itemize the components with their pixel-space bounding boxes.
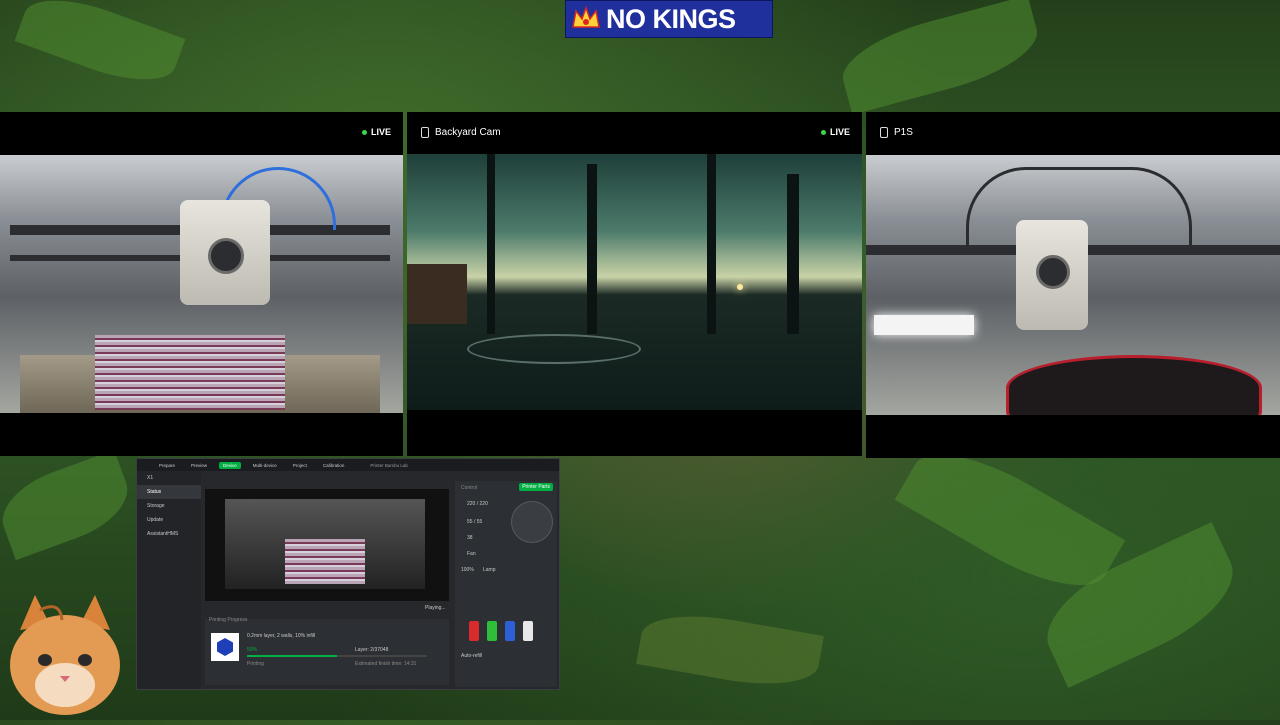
nozzle-temp[interactable]: 220 / 220 — [467, 501, 488, 507]
window-title: Printer Bambu Lab — [370, 462, 408, 468]
fan-label[interactable]: Fan — [467, 551, 476, 557]
live-dot-icon — [361, 129, 367, 135]
ams-slot-3[interactable] — [505, 621, 515, 641]
printing-progress-panel: Printing Progress 0.2mm layer, 2 walls, … — [205, 617, 449, 685]
camera-feed-backyard — [407, 154, 862, 410]
camera-header: LIVE — [0, 112, 403, 152]
sidebar-item-assistant[interactable]: AssistantHMS — [137, 527, 201, 541]
sidebar-item-storage[interactable]: Storage — [137, 499, 201, 513]
lamp-label[interactable]: Lamp — [483, 567, 496, 573]
printed-object — [95, 335, 285, 410]
printer-parts-button[interactable]: Printer Parts — [519, 483, 553, 491]
layer-count: Layer: 2/37048 — [355, 647, 389, 653]
camera-header: Backyard Cam LIVE — [407, 112, 862, 152]
cat-mascot — [0, 590, 130, 720]
phone-icon — [421, 126, 429, 138]
printed-object — [1006, 355, 1262, 415]
camera-title: P1S — [894, 126, 913, 138]
model-thumbnail — [211, 633, 239, 661]
sidebar-item-status[interactable]: Status — [137, 485, 201, 499]
camera-panel-backyard[interactable]: Backyard Cam LIVE — [407, 112, 862, 456]
banner-text: NO KINGS — [606, 3, 736, 34]
ams-slot-2[interactable] — [487, 621, 497, 641]
sidebar-item-printer[interactable]: X1 — [137, 471, 201, 485]
ams-slot-4[interactable] — [523, 621, 533, 641]
live-indicator: LIVE — [361, 127, 391, 137]
progress-bar-fill — [247, 655, 337, 657]
device-sidebar: X1 Status Storage Update AssistantHMS — [137, 471, 201, 689]
tab-calibration[interactable]: Calibration — [319, 462, 349, 469]
control-panel: Control Printer Parts 220 / 220 55 / 55 … — [455, 481, 557, 687]
print-head — [1016, 220, 1088, 330]
no-kings-banner: NO KINGS — [565, 0, 773, 38]
tab-project[interactable]: Project — [289, 462, 311, 469]
jog-control[interactable] — [511, 501, 553, 543]
camera-title: Backyard Cam — [435, 126, 501, 138]
live-dot-icon — [820, 129, 826, 135]
camera-feed-p1s — [866, 155, 1280, 415]
progress-bar — [247, 655, 427, 657]
sidebar-item-update[interactable]: Update — [137, 513, 201, 527]
background-foliage — [14, 0, 186, 96]
printer-camera-view[interactable] — [205, 489, 449, 601]
camera-panel-printer-1[interactable]: LIVE — [0, 112, 403, 456]
finish-time: Estimated finish time: 14:31 — [355, 661, 417, 667]
phone-icon — [880, 126, 888, 138]
app-tab-bar: Prepare Preview Device Multi-device Proj… — [137, 459, 559, 471]
background-foliage — [636, 604, 824, 696]
printer-app-window[interactable]: Prepare Preview Device Multi-device Proj… — [136, 458, 560, 690]
live-indicator: LIVE — [820, 127, 850, 137]
job-name: 0.2mm layer, 2 walls, 10% infill — [247, 633, 316, 639]
control-label: Control — [461, 485, 478, 491]
tab-multi-device[interactable]: Multi-device — [249, 462, 281, 469]
background-foliage — [834, 0, 1046, 115]
chamber-temp: 38 — [467, 535, 473, 541]
auto-refill-label[interactable]: Auto-refill — [461, 653, 482, 659]
camera-panel-p1s[interactable]: P1S — [866, 112, 1280, 458]
progress-percent: 50% — [247, 647, 258, 653]
speed-value[interactable]: 100% — [461, 567, 474, 573]
tab-prepare[interactable]: Prepare — [155, 462, 179, 469]
print-state: Printing — [247, 661, 264, 667]
camera-feed-printer-1 — [0, 155, 403, 413]
ams-slot-1[interactable] — [469, 621, 479, 641]
print-head — [180, 200, 270, 305]
playing-status: Playing... — [425, 605, 446, 611]
camera-header: P1S — [866, 112, 1280, 152]
background-foliage — [0, 449, 139, 561]
tab-preview[interactable]: Preview — [187, 462, 211, 469]
printing-progress-label: Printing Progress — [209, 617, 248, 623]
bed-temp[interactable]: 55 / 55 — [467, 519, 482, 525]
tab-device[interactable]: Device — [219, 461, 241, 469]
crown-icon — [566, 1, 606, 37]
